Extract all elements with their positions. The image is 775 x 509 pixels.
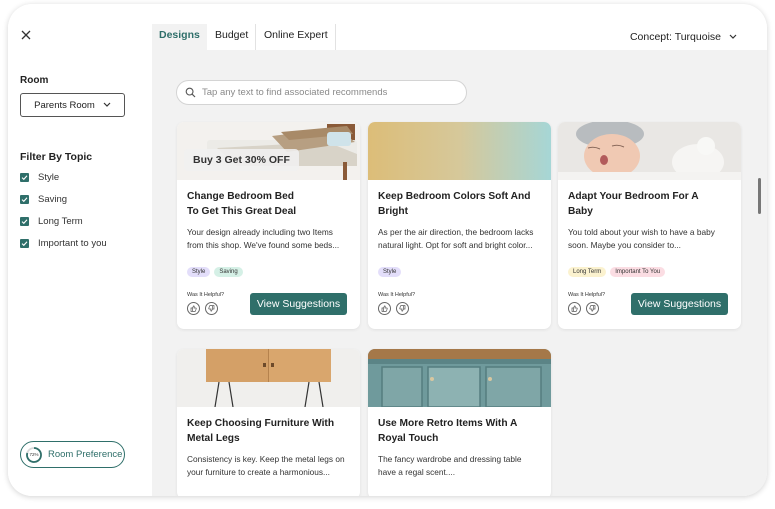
thumbs-down-icon[interactable] — [586, 302, 599, 315]
thumbs-down-icon[interactable] — [205, 302, 218, 315]
tab-designs[interactable]: Designs — [152, 24, 207, 50]
card-description-line: You told about your wish to have a baby — [568, 227, 715, 237]
tag-long-term: Long Term — [568, 267, 607, 277]
room-title: Room — [20, 75, 49, 86]
checkbox-checked-icon[interactable] — [20, 173, 29, 182]
feedback-buttons — [187, 302, 218, 315]
tag-style: Style — [378, 267, 402, 277]
card-title-line: To Get This Great Deal — [187, 206, 297, 217]
card-description-line: The fancy wardrobe and dressing table — [378, 454, 522, 464]
filter-label: Saving — [38, 194, 68, 205]
filter-label: Important to you — [38, 238, 107, 249]
feedback-buttons — [568, 302, 599, 315]
chevron-down-icon — [729, 34, 737, 39]
card-title-line: Adapt Your Bedroom For A — [568, 191, 699, 202]
filter-important[interactable]: Important to you — [20, 238, 107, 249]
card-description-line: your furniture to create a harmonious... — [187, 466, 330, 477]
filter-title: Filter By Topic — [20, 151, 93, 163]
room-select-value: Parents Room — [34, 99, 95, 111]
thumbs-up-icon[interactable] — [568, 302, 581, 315]
filter-label: Style — [38, 172, 60, 183]
sidebar: Room Parents Room Filter By Topic Style … — [8, 4, 152, 496]
filter-style[interactable]: Style — [20, 172, 59, 183]
promo-badge: Buy 3 Get 30% OFF — [184, 149, 299, 171]
card-title: Keep Choosing Furniture With Metal Legs — [187, 416, 350, 446]
chevron-down-icon — [103, 102, 111, 107]
tab-bar: Designs Budget Online Expert Concept: Tu… — [152, 24, 767, 50]
card-description-line: As per the air direction, the bedroom la… — [378, 227, 534, 237]
checkbox-checked-icon[interactable] — [20, 217, 29, 226]
helpful-label: Was It Helpful? — [378, 292, 416, 298]
card-title-line: Baby — [568, 206, 593, 217]
recommendation-card[interactable]: Buy 3 Get 30% OFF Change Bedroom Bed To … — [177, 122, 360, 329]
filter-label: Long Term — [38, 216, 83, 227]
search-input[interactable]: Tap any text to find associated recommen… — [176, 80, 467, 105]
thumbs-down-icon[interactable] — [396, 302, 409, 315]
card-title: Adapt Your Bedroom For A Baby — [568, 189, 731, 219]
tag-style: Style — [187, 267, 211, 277]
thumbs-up-icon[interactable] — [378, 302, 391, 315]
sideboard-image — [177, 349, 360, 407]
tab-budget[interactable]: Budget — [208, 24, 257, 50]
card-title: Use More Retro Items With A Royal Touch — [378, 416, 541, 446]
card-title-line: Metal Legs — [187, 433, 240, 444]
concept-label: Concept: Turquoise — [629, 30, 721, 43]
recommendation-card[interactable]: Keep Choosing Furniture With Metal Legs … — [177, 349, 360, 496]
tag-saving: Saving — [214, 267, 243, 277]
checkbox-checked-icon[interactable] — [20, 195, 29, 204]
card-title-line: Keep Choosing Furniture With — [187, 418, 335, 429]
card-description: As per the air direction, the bedroom la… — [378, 226, 541, 251]
card-title-line: Use More Retro Items With A — [378, 418, 518, 429]
card-title-line: Bright — [378, 206, 408, 217]
card-tags: Style — [378, 267, 402, 277]
search-placeholder: Tap any text to find associated recommen… — [202, 87, 388, 98]
card-description-line: from this shop. We've found some beds... — [187, 239, 340, 250]
room-preference-label: Room Preference — [48, 449, 123, 460]
room-select[interactable]: Parents Room — [20, 93, 125, 117]
color-gradient-image — [368, 122, 551, 180]
card-title-line: Royal Touch — [378, 433, 439, 444]
card-description-line: natural light. Opt for soft and bright c… — [378, 239, 533, 250]
progress-value: 72% — [29, 451, 39, 457]
thumbs-up-icon[interactable] — [187, 302, 200, 315]
close-icon[interactable] — [19, 28, 33, 42]
card-tags: Style Saving — [187, 267, 243, 277]
card-description: Consistency is key. Keep the metal legs … — [187, 453, 350, 478]
recommendation-card[interactable]: Use More Retro Items With A Royal Touch … — [368, 349, 551, 496]
room-preference-button[interactable]: 72% Room Preference — [20, 441, 125, 468]
feedback-buttons — [378, 302, 409, 315]
progress-ring-icon: 72% — [25, 446, 43, 464]
recommendation-card[interactable]: Adapt Your Bedroom For A Baby You told a… — [558, 122, 741, 329]
baby-image — [558, 122, 741, 180]
app-window: Room Parents Room Filter By Topic Style … — [8, 4, 767, 496]
view-suggestions-button[interactable]: View Suggestions — [631, 293, 728, 315]
tab-online-expert[interactable]: Online Expert — [257, 24, 336, 50]
card-tags: Long Term Important To You — [568, 267, 666, 277]
view-suggestions-button[interactable]: View Suggestions — [250, 293, 347, 315]
card-description-line: soon. Maybe you consider to... — [568, 239, 681, 250]
card-description: You told about your wish to have a baby … — [568, 226, 731, 251]
scrollbar-thumb[interactable] — [758, 178, 761, 214]
card-title-line: Keep Bedroom Colors Soft And — [378, 191, 531, 202]
card-description-line: Consistency is key. Keep the metal legs … — [187, 454, 345, 464]
card-title: Keep Bedroom Colors Soft And Bright — [378, 189, 541, 219]
checkbox-checked-icon[interactable] — [20, 239, 29, 248]
card-description: Your design already including two Items … — [187, 226, 350, 251]
search-icon — [185, 87, 196, 98]
retro-cabinet-image — [368, 349, 551, 407]
helpful-label: Was It Helpful? — [187, 292, 225, 298]
filter-long-term[interactable]: Long Term — [20, 216, 83, 227]
card-description-line: Your design already including two Items — [187, 227, 333, 237]
card-title-line: Change Bedroom Bed — [187, 191, 294, 202]
helpful-label: Was It Helpful? — [568, 292, 606, 298]
recommendation-card[interactable]: Keep Bedroom Colors Soft And Bright As p… — [368, 122, 551, 329]
filter-saving[interactable]: Saving — [20, 194, 67, 205]
card-title: Change Bedroom Bed To Get This Great Dea… — [187, 189, 350, 219]
main-content: Designs Budget Online Expert Concept: Tu… — [152, 24, 767, 496]
tag-important: Important To You — [610, 267, 666, 277]
card-description-line: have a regal scent.... — [378, 466, 456, 477]
card-description: The fancy wardrobe and dressing table ha… — [378, 453, 541, 478]
concept-dropdown[interactable]: Concept: Turquoise — [630, 24, 737, 50]
